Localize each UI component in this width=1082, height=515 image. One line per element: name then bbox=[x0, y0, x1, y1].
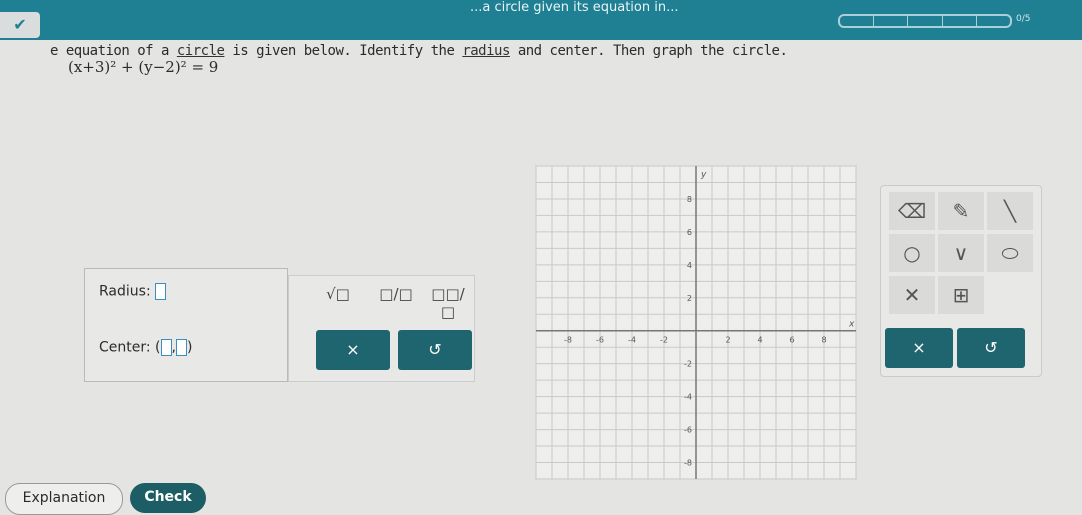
y-tick-label: 6 bbox=[687, 228, 692, 237]
progress-text: 0/5 bbox=[1016, 14, 1031, 24]
x-tick-label: -2 bbox=[660, 336, 668, 345]
radius-row: Radius: bbox=[99, 283, 167, 300]
x-tick-label: -8 bbox=[564, 336, 572, 345]
center-x-input[interactable] bbox=[160, 339, 172, 356]
x-tick-label: 6 bbox=[789, 336, 794, 345]
x-tick-label: 4 bbox=[757, 336, 762, 345]
y-tick-label: -4 bbox=[684, 393, 692, 402]
x-tick-label: -4 bbox=[628, 336, 636, 345]
y-tick-label: 4 bbox=[687, 261, 692, 270]
explanation-button[interactable]: Explanation bbox=[5, 483, 123, 515]
center-label: Center: bbox=[99, 339, 151, 356]
answer-panel: Radius: Center: (,) bbox=[84, 268, 288, 382]
y-tick-label: 2 bbox=[687, 294, 692, 303]
radius-label: Radius: bbox=[99, 283, 151, 300]
center-row: Center: (,) bbox=[99, 339, 193, 356]
pencil-icon[interactable]: ✎ bbox=[938, 192, 984, 230]
line-segment-icon[interactable]: ╲ bbox=[987, 192, 1033, 230]
fraction-button[interactable]: □/□ bbox=[376, 285, 416, 303]
circle-link[interactable]: circle bbox=[177, 43, 225, 59]
question-text: e equation of a circle is given below. I… bbox=[50, 43, 788, 59]
sqrt-button[interactable]: √□ bbox=[318, 285, 358, 303]
check-button[interactable]: Check bbox=[130, 483, 206, 513]
y-tick-label: 8 bbox=[687, 195, 692, 204]
y-tick-label: -2 bbox=[684, 360, 692, 369]
coordinate-graph[interactable]: -8 -6 -4 -2 2 4 6 8 -8 -6 -4 -2 2 4 6 8 x y bbox=[535, 165, 857, 480]
collapse-chevron-icon[interactable]: ✔ bbox=[0, 12, 40, 38]
circle-icon[interactable]: ○ bbox=[889, 234, 935, 272]
graph-tools-panel: ⌫ ✎ ╲ ○ ∨ ⬭ ✕ ⊞ × ↺ bbox=[880, 185, 1042, 377]
graph-undo-button[interactable]: ↺ bbox=[957, 328, 1025, 368]
eraser-icon[interactable]: ⌫ bbox=[889, 192, 935, 230]
x-tick-label: -6 bbox=[596, 336, 604, 345]
parabola-icon[interactable]: ∨ bbox=[938, 234, 984, 272]
mixed-number-button[interactable]: □□/□ bbox=[428, 285, 468, 321]
ellipse-icon[interactable]: ⬭ bbox=[987, 234, 1033, 272]
x-tick-label: 8 bbox=[821, 336, 826, 345]
x-tick-label: 2 bbox=[725, 336, 730, 345]
y-tick-label: -6 bbox=[684, 426, 692, 435]
undo-button[interactable]: ↺ bbox=[398, 330, 472, 370]
clear-button[interactable]: × bbox=[316, 330, 390, 370]
progress-bar bbox=[838, 14, 1012, 28]
table-icon[interactable]: ⊞ bbox=[938, 276, 984, 314]
hyperbola-icon[interactable]: ✕ bbox=[889, 276, 935, 314]
y-axis-label: y bbox=[700, 170, 707, 180]
topic-title: ...a circle given its equation in... bbox=[470, 0, 679, 15]
center-y-input[interactable] bbox=[175, 339, 187, 356]
y-tick-label: -8 bbox=[684, 459, 692, 468]
radius-input[interactable] bbox=[155, 283, 167, 300]
graph-clear-button[interactable]: × bbox=[885, 328, 953, 368]
equation: (x+3)² + (y−2)² = 9 bbox=[68, 58, 219, 76]
radius-link[interactable]: radius bbox=[462, 43, 510, 59]
x-axis-label: x bbox=[848, 320, 855, 330]
